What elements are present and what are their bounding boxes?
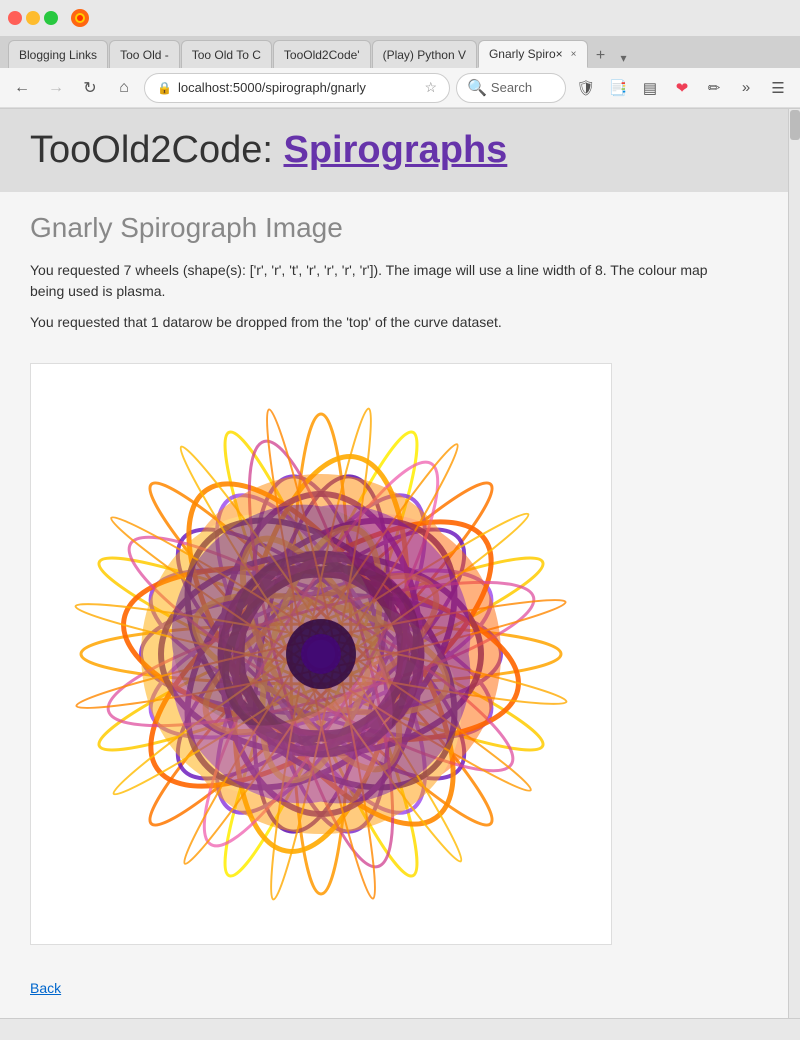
- forward-button[interactable]: →: [42, 74, 70, 102]
- page-body: Gnarly Spirograph Image You requested 7 …: [0, 192, 788, 1018]
- tab-label: TooOld2Code': [284, 48, 360, 62]
- address-bar[interactable]: 🔒 localhost:5000/spirograph/gnarly ☆: [144, 73, 450, 103]
- tab-play-python[interactable]: (Play) Python V: [372, 40, 477, 68]
- page-header: TooOld2Code: Spirographs: [0, 109, 788, 192]
- bookmark-list-icon[interactable]: 📑: [604, 74, 632, 102]
- info-text-2: You requested that 1 datarow be dropped …: [30, 312, 730, 333]
- page-title: TooOld2Code: Spirographs: [30, 129, 758, 172]
- tab-label: Too Old -: [120, 48, 169, 62]
- search-bar[interactable]: 🔍 Search: [456, 73, 566, 103]
- maximize-button[interactable]: [44, 11, 58, 25]
- toolbar-icons: 🛡 📑 ▤ ❤ ✏ » ☰: [572, 74, 792, 102]
- section-heading: Gnarly Spirograph Image: [30, 212, 758, 244]
- page-content: TooOld2Code: Spirographs Gnarly Spirogra…: [0, 109, 788, 1018]
- tab-tooold2code[interactable]: TooOld2Code': [273, 40, 371, 68]
- menu-icon[interactable]: ☰: [764, 74, 792, 102]
- shield-icon[interactable]: 🛡: [572, 74, 600, 102]
- tab-too-old-1[interactable]: Too Old -: [109, 40, 180, 68]
- tab-close-icon[interactable]: ×: [571, 49, 577, 60]
- bookmark-icon[interactable]: ☆: [424, 79, 437, 96]
- title-bar: [0, 0, 800, 36]
- close-button[interactable]: [8, 11, 22, 25]
- scrollbar[interactable]: [788, 109, 800, 1018]
- window-controls: [8, 11, 58, 25]
- status-bar: [0, 1018, 800, 1040]
- tab-gnarly-spiro[interactable]: Gnarly Spiro× ×: [478, 40, 588, 68]
- pen-icon[interactable]: ✏: [700, 74, 728, 102]
- back-button[interactable]: ←: [8, 74, 36, 102]
- spirograph-image: [41, 374, 601, 934]
- site-link[interactable]: Spirographs: [284, 129, 508, 171]
- new-tab-button[interactable]: +: [589, 44, 613, 68]
- pocket-icon[interactable]: ❤: [668, 74, 696, 102]
- more-tools-icon[interactable]: »: [732, 74, 760, 102]
- tab-label: Gnarly Spiro×: [489, 47, 563, 61]
- reader-mode-icon[interactable]: ▤: [636, 74, 664, 102]
- url-text: localhost:5000/spirograph/gnarly: [178, 80, 418, 95]
- home-button[interactable]: ⌂: [110, 74, 138, 102]
- search-placeholder: Search: [491, 80, 532, 95]
- info-text-1: You requested 7 wheels (shape(s): ['r', …: [30, 260, 730, 302]
- reload-button[interactable]: ↻: [76, 74, 104, 102]
- site-name: TooOld2Code:: [30, 129, 273, 171]
- browser-chrome: Blogging Links Too Old - Too Old To C To…: [0, 0, 800, 109]
- tab-blogging-links[interactable]: Blogging Links: [8, 40, 108, 68]
- tab-label: Too Old To C: [192, 48, 261, 62]
- tab-label: (Play) Python V: [383, 48, 466, 62]
- firefox-icon: [70, 8, 90, 28]
- lock-icon: 🔒: [157, 81, 172, 95]
- image-container: [30, 363, 612, 945]
- tab-too-old-2[interactable]: Too Old To C: [181, 40, 272, 68]
- tab-label: Blogging Links: [19, 48, 97, 62]
- tabs-bar: Blogging Links Too Old - Too Old To C To…: [0, 36, 800, 68]
- nav-bar: ← → ↻ ⌂ 🔒 localhost:5000/spirograph/gnar…: [0, 68, 800, 108]
- scrollbar-thumb[interactable]: [790, 110, 800, 140]
- tab-dropdown-button[interactable]: ▾: [614, 48, 634, 68]
- search-icon: 🔍: [467, 78, 487, 98]
- minimize-button[interactable]: [26, 11, 40, 25]
